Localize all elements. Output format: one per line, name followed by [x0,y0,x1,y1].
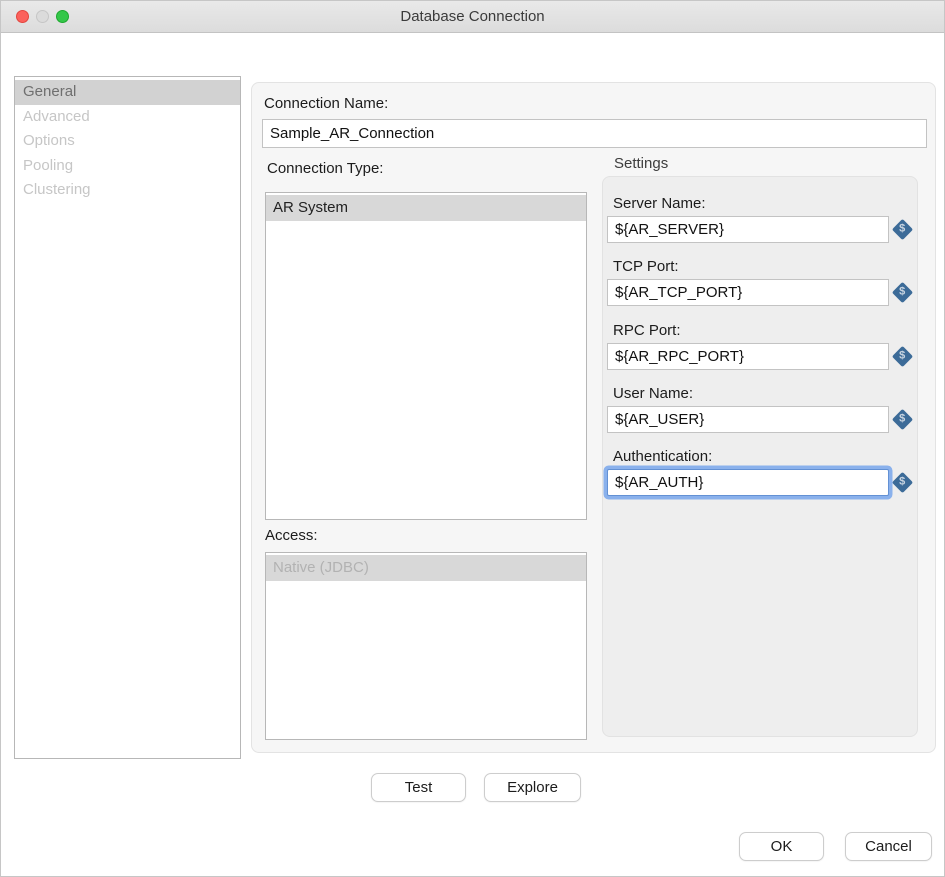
server-name-input[interactable] [607,216,889,243]
window-title: Database Connection [1,8,944,25]
dollar-glyph: $ [899,351,905,362]
dollar-glyph: $ [899,477,905,488]
connection-type-item-ar-system[interactable]: AR System [266,195,586,221]
connection-name-input[interactable] [262,119,927,148]
sidebar-item-advanced[interactable]: Advanced [15,105,240,130]
title-bar[interactable]: Database Connection [1,1,944,33]
dollar-glyph: $ [899,287,905,298]
variable-substitution-icon[interactable]: $ [892,472,913,493]
rpc-port-label: RPC Port: [613,322,911,339]
variable-substitution-icon[interactable]: $ [892,409,913,430]
general-settings-panel: Connection Name: Connection Type: AR Sys… [251,82,936,753]
explore-button[interactable]: Explore [484,773,581,802]
settings-group: Server Name: $ TCP Port: $ RPC Port: $ [602,176,918,737]
sidebar-item-pooling[interactable]: Pooling [15,154,240,179]
authentication-input[interactable] [607,469,889,496]
authentication-label: Authentication: [613,448,911,465]
connection-type-label: Connection Type: [267,160,383,177]
variable-substitution-icon[interactable]: $ [892,219,913,240]
access-label: Access: [265,527,318,544]
tcp-port-row: TCP Port: $ [607,258,911,306]
category-list: General Advanced Options Pooling Cluster… [14,76,241,759]
sidebar-item-clustering[interactable]: Clustering [15,178,240,203]
test-button[interactable]: Test [371,773,466,802]
dollar-glyph: $ [899,224,905,235]
variable-substitution-icon[interactable]: $ [892,346,913,367]
ok-button[interactable]: OK [739,832,824,861]
user-name-label: User Name: [613,385,911,402]
server-name-label: Server Name: [613,195,911,212]
sidebar-item-options[interactable]: Options [15,129,240,154]
database-connection-dialog: Database Connection General Advanced Opt… [0,0,945,877]
dollar-glyph: $ [899,414,905,425]
server-name-row: Server Name: $ [607,195,911,243]
authentication-row: Authentication: $ [607,448,911,496]
tcp-port-input[interactable] [607,279,889,306]
access-item-native-jdbc[interactable]: Native (JDBC) [266,555,586,581]
access-list[interactable]: Native (JDBC) [265,552,587,740]
user-name-row: User Name: $ [607,385,911,433]
tcp-port-label: TCP Port: [613,258,911,275]
variable-substitution-icon[interactable]: $ [892,282,913,303]
connection-name-label: Connection Name: [264,95,388,112]
connection-type-list[interactable]: AR System [265,192,587,520]
cancel-button[interactable]: Cancel [845,832,932,861]
settings-group-title: Settings [614,155,668,172]
rpc-port-input[interactable] [607,343,889,370]
user-name-input[interactable] [607,406,889,433]
rpc-port-row: RPC Port: $ [607,322,911,370]
sidebar-item-general[interactable]: General [15,80,240,105]
